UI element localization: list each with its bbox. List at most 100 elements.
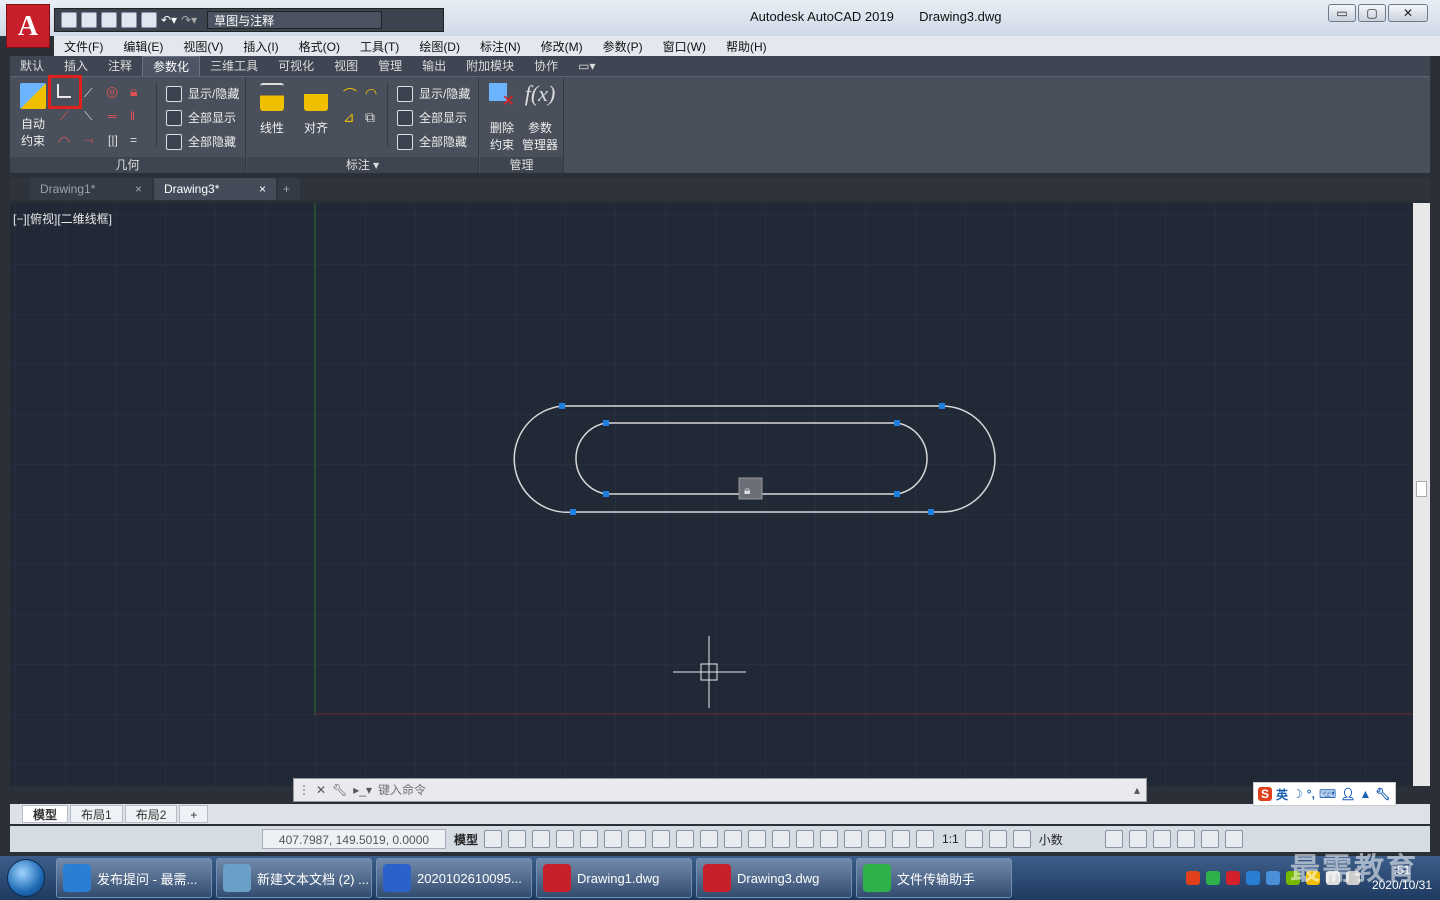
open-folder-icon[interactable] xyxy=(81,12,97,28)
horizontal-icon[interactable]: ═ xyxy=(108,109,117,123)
convert-icon[interactable]: ⧉ xyxy=(365,109,375,126)
settings-wrench-icon[interactable]: 🔧︎ xyxy=(1375,787,1390,801)
menu-insert[interactable]: 插入(I) xyxy=(233,38,288,55)
scroll-thumb[interactable] xyxy=(1416,481,1427,497)
new-file-icon[interactable] xyxy=(61,12,77,28)
undo-icon[interactable]: ↶▾ xyxy=(161,13,177,27)
taskbar-item[interactable]: Drawing1.dwg xyxy=(536,858,692,898)
minimize-button[interactable]: ▭ xyxy=(1328,4,1356,22)
close-icon[interactable]: ✕ xyxy=(316,783,326,797)
tab-view[interactable]: 视图 xyxy=(324,56,368,76)
geo-show-all-button[interactable]: 全部显示 xyxy=(166,109,236,126)
taskbar-item[interactable]: Drawing3.dwg xyxy=(696,858,852,898)
close-tab-icon[interactable]: × xyxy=(135,178,142,200)
taskbar-item[interactable]: 文件传输助手 xyxy=(856,858,1012,898)
gizmo-icon[interactable] xyxy=(844,830,863,848)
workspace-dropdown[interactable]: 草图与注释 xyxy=(207,11,383,29)
3d-osnap-icon[interactable] xyxy=(772,830,791,848)
dynamic-input-icon[interactable] xyxy=(556,830,575,848)
drawing-canvas[interactable]: 🔒︎ [−][俯视][二维线框] xyxy=(10,203,1413,786)
add-layout-button[interactable]: + xyxy=(179,805,209,823)
customization-menu-icon[interactable] xyxy=(1224,830,1243,848)
command-input[interactable] xyxy=(378,783,1128,797)
annotation-monitor-icon[interactable] xyxy=(988,830,1007,848)
redo-icon[interactable]: ↷▾ xyxy=(181,13,197,27)
coordinate-readout[interactable]: 407.7987, 149.5019, 0.0000 xyxy=(262,829,446,849)
vertical-scrollbar[interactable] xyxy=(1413,203,1430,786)
doc-tab-drawing3[interactable]: Drawing3* × xyxy=(154,178,276,200)
menu-view[interactable]: 视图(V) xyxy=(173,38,233,55)
polar-icon[interactable] xyxy=(604,830,623,848)
scale-dropdown[interactable]: 1:1 xyxy=(942,832,959,846)
taskbar-item[interactable]: 发布提问 - 最需... xyxy=(56,858,212,898)
hardware-acceleration-icon[interactable] xyxy=(1176,830,1195,848)
object-snap-tracking-icon[interactable] xyxy=(652,830,671,848)
fix-lock-icon[interactable]: 🔒︎ xyxy=(130,83,137,100)
lineweight-icon[interactable] xyxy=(700,830,719,848)
doc-tab-drawing1[interactable]: Drawing1* × xyxy=(30,178,152,200)
tab-addins[interactable]: 附加模块 xyxy=(456,56,524,76)
tab-layout2[interactable]: 布局2 xyxy=(124,805,178,823)
annotation-visibility-icon[interactable] xyxy=(868,830,887,848)
security-tray-icon[interactable] xyxy=(1245,871,1260,885)
tab-visualize[interactable]: 可视化 xyxy=(268,56,324,76)
tab-collaborate[interactable]: 协作 xyxy=(524,56,568,76)
parallel-icon[interactable]: ⟍ xyxy=(84,109,92,124)
units-dropdown[interactable]: 小数 xyxy=(1039,831,1099,848)
dimension-panel-title[interactable]: 标注 ▾ xyxy=(247,157,478,173)
linear-button[interactable]: 线性 xyxy=(257,83,287,136)
weibo-tray-icon[interactable] xyxy=(1225,871,1240,885)
command-prompt-icon[interactable]: ▸_▾ xyxy=(353,783,372,797)
ribbon-toggle-icon[interactable]: ▭▾ xyxy=(568,56,605,76)
tangent-icon[interactable]: ⟋ xyxy=(84,86,92,101)
perpendicular-icon[interactable] xyxy=(57,84,71,98)
wechat-tray-icon[interactable] xyxy=(1205,871,1220,885)
tab-3d-tools[interactable]: 三维工具 xyxy=(200,56,268,76)
infer-constraints-icon[interactable] xyxy=(532,830,551,848)
workspace-gear-icon[interactable] xyxy=(964,830,983,848)
isodraft-icon[interactable] xyxy=(628,830,647,848)
punctuation-icon[interactable]: °, xyxy=(1307,787,1315,801)
object-snap-icon[interactable] xyxy=(676,830,695,848)
sogou-tray-icon[interactable] xyxy=(1185,871,1200,885)
save-as-icon[interactable] xyxy=(121,12,137,28)
collinear-icon[interactable]: ⟋ xyxy=(60,109,68,124)
tab-output[interactable]: 输出 xyxy=(412,56,456,76)
taskbar-item[interactable]: 新建文本文档 (2) ... xyxy=(216,858,372,898)
taskbar-item[interactable]: 2020102610095... xyxy=(376,858,532,898)
concentric-icon[interactable]: ◎ xyxy=(106,83,118,100)
model-space-toggle[interactable]: 模型 xyxy=(454,831,478,848)
tab-model[interactable]: 模型 xyxy=(22,805,69,823)
geometry-panel-title[interactable]: 几何 xyxy=(10,157,245,173)
close-button[interactable]: ✕ xyxy=(1388,4,1428,22)
dynamic-ucs-icon[interactable] xyxy=(796,830,815,848)
menu-edit[interactable]: 编辑(E) xyxy=(113,38,173,55)
grid-icon[interactable] xyxy=(484,830,503,848)
menu-file[interactable]: 文件(F) xyxy=(54,38,113,55)
geo-hide-all-button[interactable]: 全部隐藏 xyxy=(166,133,236,150)
menu-draw[interactable]: 绘图(D) xyxy=(409,38,470,55)
shirt-icon[interactable]: ▲ xyxy=(1360,787,1372,801)
grip-handle-icon[interactable]: ⋮ xyxy=(298,783,310,797)
moon-icon[interactable]: ☽ xyxy=(1292,787,1303,801)
tab-annotate[interactable]: 注释 xyxy=(98,56,142,76)
wrench-icon[interactable]: 🔧︎ xyxy=(332,783,347,797)
snap-icon[interactable] xyxy=(508,830,527,848)
quick-properties-icon[interactable] xyxy=(1104,830,1123,848)
menu-parameter[interactable]: 参数(P) xyxy=(593,38,653,55)
ime-mode[interactable]: 英 xyxy=(1276,786,1288,803)
tab-manage[interactable]: 管理 xyxy=(368,56,412,76)
user-icon[interactable]: 👤︎ xyxy=(1340,787,1355,801)
angular-icon[interactable]: ⌒ xyxy=(343,85,357,105)
parameters-manager-button[interactable]: f(x) 参数 管理器 xyxy=(520,81,560,153)
smooth-icon[interactable]: ◠ xyxy=(58,133,70,150)
isolate-objects-icon[interactable] xyxy=(1152,830,1171,848)
constraint-lock-icon[interactable] xyxy=(738,477,763,500)
tab-default[interactable]: 默认 xyxy=(10,56,54,76)
delete-constraints-button[interactable]: ✕ 删除 约束 xyxy=(484,83,520,153)
application-menu-button[interactable]: A xyxy=(6,4,50,48)
vertical-icon[interactable]: ‖ xyxy=(130,109,135,123)
selection-filter-icon[interactable] xyxy=(820,830,839,848)
symmetric-icon[interactable]: [|] xyxy=(108,133,118,147)
new-tab-button[interactable]: + xyxy=(278,178,300,200)
